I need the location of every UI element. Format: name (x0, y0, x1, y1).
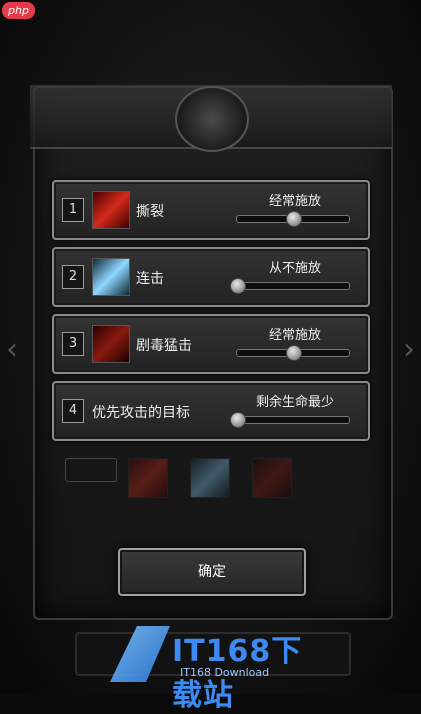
slider-knob[interactable] (286, 211, 302, 227)
slider-knob[interactable] (230, 412, 246, 428)
skill-row-2[interactable]: 2 连击 从不施放 (52, 247, 370, 307)
row-number: 1 (62, 198, 84, 222)
row-number: 2 (62, 265, 84, 289)
skill-row-3[interactable]: 3 剧毒猛击 经常施放 (52, 314, 370, 374)
faded-equip-button (65, 458, 117, 482)
skill-row-1[interactable]: 1 撕裂 经常施放 (52, 180, 370, 240)
skill-name: 剧毒猛击 (136, 338, 192, 354)
slider-knob[interactable] (286, 345, 302, 361)
target-mode-label: 剩余生命最少 (255, 395, 334, 410)
skill-name: 连击 (136, 271, 164, 287)
cast-mode-label: 从不施放 (268, 261, 321, 276)
cast-frequency-slider[interactable] (236, 211, 350, 227)
row-number: 3 (62, 332, 84, 356)
watermark: IT168下载站 IT168 Download (110, 622, 320, 713)
slider-knob[interactable] (230, 278, 246, 294)
faded-skill-icon (252, 458, 292, 498)
header-emblem-icon (175, 86, 249, 152)
target-priority-slider[interactable] (230, 412, 350, 428)
slash-dark-red-icon (92, 325, 130, 363)
cast-frequency-slider[interactable] (230, 278, 350, 294)
row-number: 4 (62, 399, 84, 423)
prev-arrow-icon[interactable]: ‹ (6, 335, 18, 365)
cast-frequency-slider[interactable] (236, 345, 350, 361)
target-priority-label: 优先攻击的目标 (92, 405, 190, 421)
faded-skill-icon (190, 458, 230, 498)
php-badge: php (2, 2, 35, 19)
cast-mode-label: 经常施放 (268, 194, 321, 209)
watermark-logo-icon (110, 626, 170, 682)
cast-mode-label: 经常施放 (268, 328, 321, 343)
confirm-button[interactable]: 确定 (118, 548, 306, 596)
faded-skill-icon (128, 458, 168, 498)
target-priority-row[interactable]: 4 优先攻击的目标 剩余生命最少 (52, 381, 370, 441)
slash-blue-icon (92, 258, 130, 296)
skill-name: 撕裂 (136, 204, 164, 220)
next-arrow-icon[interactable]: › (403, 335, 415, 365)
slash-red-icon (92, 191, 130, 229)
watermark-subtext: IT168 Download (180, 666, 270, 679)
